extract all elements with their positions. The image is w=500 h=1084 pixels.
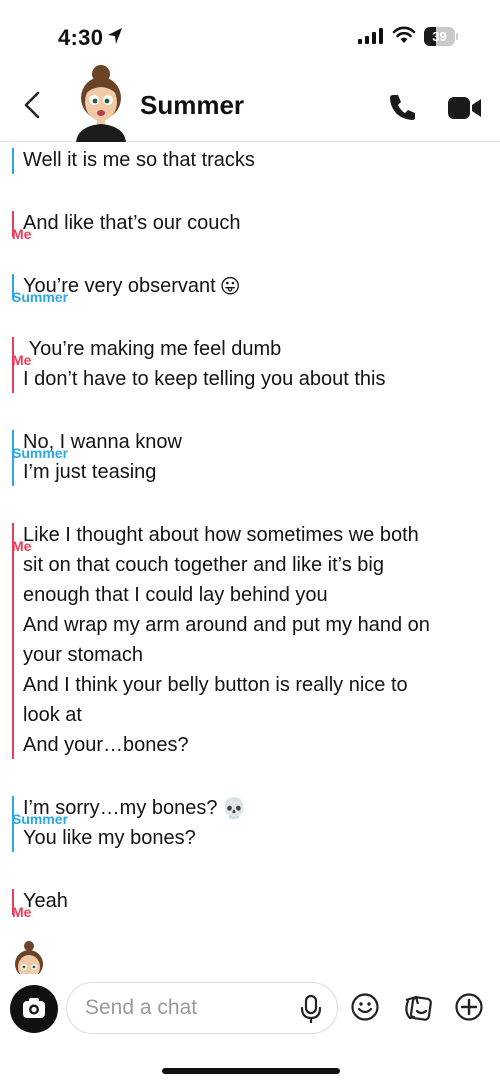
contact-name[interactable]: Summer: [140, 90, 244, 121]
message-text[interactable]: No, I wanna know: [23, 427, 484, 457]
message-text[interactable]: You’re making me feel dumb: [23, 334, 484, 364]
emoji-icon[interactable]: [350, 992, 380, 1022]
wifi-icon: [392, 26, 416, 43]
message-line: I’m sorry…my bones?: [23, 797, 218, 819]
chat-header: Summer: [0, 62, 500, 142]
chat-input-placeholder: Send a chat: [85, 996, 198, 1019]
message-text[interactable]: sit on that couch together and like it’s…: [23, 550, 484, 580]
message-accent-bar: [12, 274, 14, 300]
message-line: Well it is me so that tracks: [23, 149, 255, 171]
message-accent-bar: [12, 523, 14, 759]
message-line: Yeah: [23, 890, 68, 912]
bitmoji-presence-avatar: [15, 941, 43, 974]
back-chevron-icon[interactable]: [20, 90, 46, 120]
message-line: look at: [23, 704, 82, 726]
message-line: Like I thought about how sometimes we bo…: [23, 524, 419, 546]
message-line: You like my bones?: [23, 827, 196, 849]
message-line: I’m just teasing: [23, 461, 157, 483]
home-indicator: [162, 1068, 340, 1074]
microphone-icon[interactable]: [299, 994, 323, 1024]
message-text[interactable]: You like my bones?: [23, 823, 484, 853]
message-text[interactable]: And like that’s our couch: [23, 208, 484, 238]
message-text[interactable]: look at: [23, 700, 484, 730]
message-text[interactable]: Yeah: [23, 886, 484, 916]
message-line: sit on that couch together and like it’s…: [23, 554, 384, 576]
video-icon[interactable]: [448, 96, 482, 120]
plus-icon[interactable]: [454, 992, 484, 1022]
message-text[interactable]: Like I thought about how sometimes we bo…: [23, 520, 484, 550]
message-text[interactable]: enough that I could lay behind you: [23, 580, 484, 610]
message-text[interactable]: And wrap my arm around and put my hand o…: [23, 610, 484, 640]
chat-input[interactable]: Send a chat: [66, 982, 338, 1034]
emoji-reaction: 😛: [219, 275, 241, 298]
message-text[interactable]: I don’t have to keep telling you about t…: [23, 364, 484, 394]
message-line: I don’t have to keep telling you about t…: [23, 368, 386, 390]
camera-icon: [23, 998, 45, 1018]
message-line: You’re making me feel dumb: [23, 338, 282, 360]
message-text[interactable]: Well it is me so that tracks: [23, 145, 484, 175]
message-text[interactable]: I’m sorry…my bones? 💀: [23, 793, 484, 824]
status-bar: 4:30 39: [0, 0, 500, 70]
message-accent-bar: [12, 430, 14, 486]
phone-icon[interactable]: [388, 92, 418, 122]
message-line: And like that’s our couch: [23, 212, 241, 234]
message-text[interactable]: I’m just teasing: [23, 457, 484, 487]
camera-button[interactable]: [10, 985, 58, 1033]
message-text[interactable]: And I think your belly button is really …: [23, 670, 484, 700]
location-arrow-icon: [108, 28, 122, 44]
message-accent-bar: [12, 889, 14, 915]
message-accent-bar: [12, 337, 14, 393]
message-accent-bar: [12, 148, 14, 174]
message-line: And your…bones?: [23, 734, 189, 756]
message-accent-bar: [12, 211, 14, 237]
message-list[interactable]: Well it is me so that tracks Me And like t…: [0, 143, 500, 973]
message-line: No, I wanna know: [23, 431, 182, 453]
message-line: And wrap my arm around and put my hand o…: [23, 614, 430, 636]
chat-input-bar: Send a chat: [0, 974, 500, 1084]
message-line: enough that I could lay behind you: [23, 584, 328, 606]
battery-icon: 39: [424, 27, 458, 46]
message-accent-bar: [12, 796, 14, 852]
emoji-reaction: 💀: [221, 797, 247, 820]
battery-level: 39: [432, 29, 447, 44]
cellular-signal-icon: [358, 28, 383, 44]
message-line: And I think your belly button is really …: [23, 674, 408, 696]
message-text[interactable]: You’re very observant 😛: [23, 271, 484, 302]
sticker-icon[interactable]: [402, 992, 434, 1022]
bitmoji-avatar[interactable]: [68, 64, 134, 142]
message-text[interactable]: And your…bones?: [23, 730, 484, 760]
message-line: You’re very observant: [23, 275, 216, 297]
status-time: 4:30: [58, 25, 104, 50]
message-text[interactable]: your stomach: [23, 640, 484, 670]
message-line: your stomach: [23, 644, 144, 666]
